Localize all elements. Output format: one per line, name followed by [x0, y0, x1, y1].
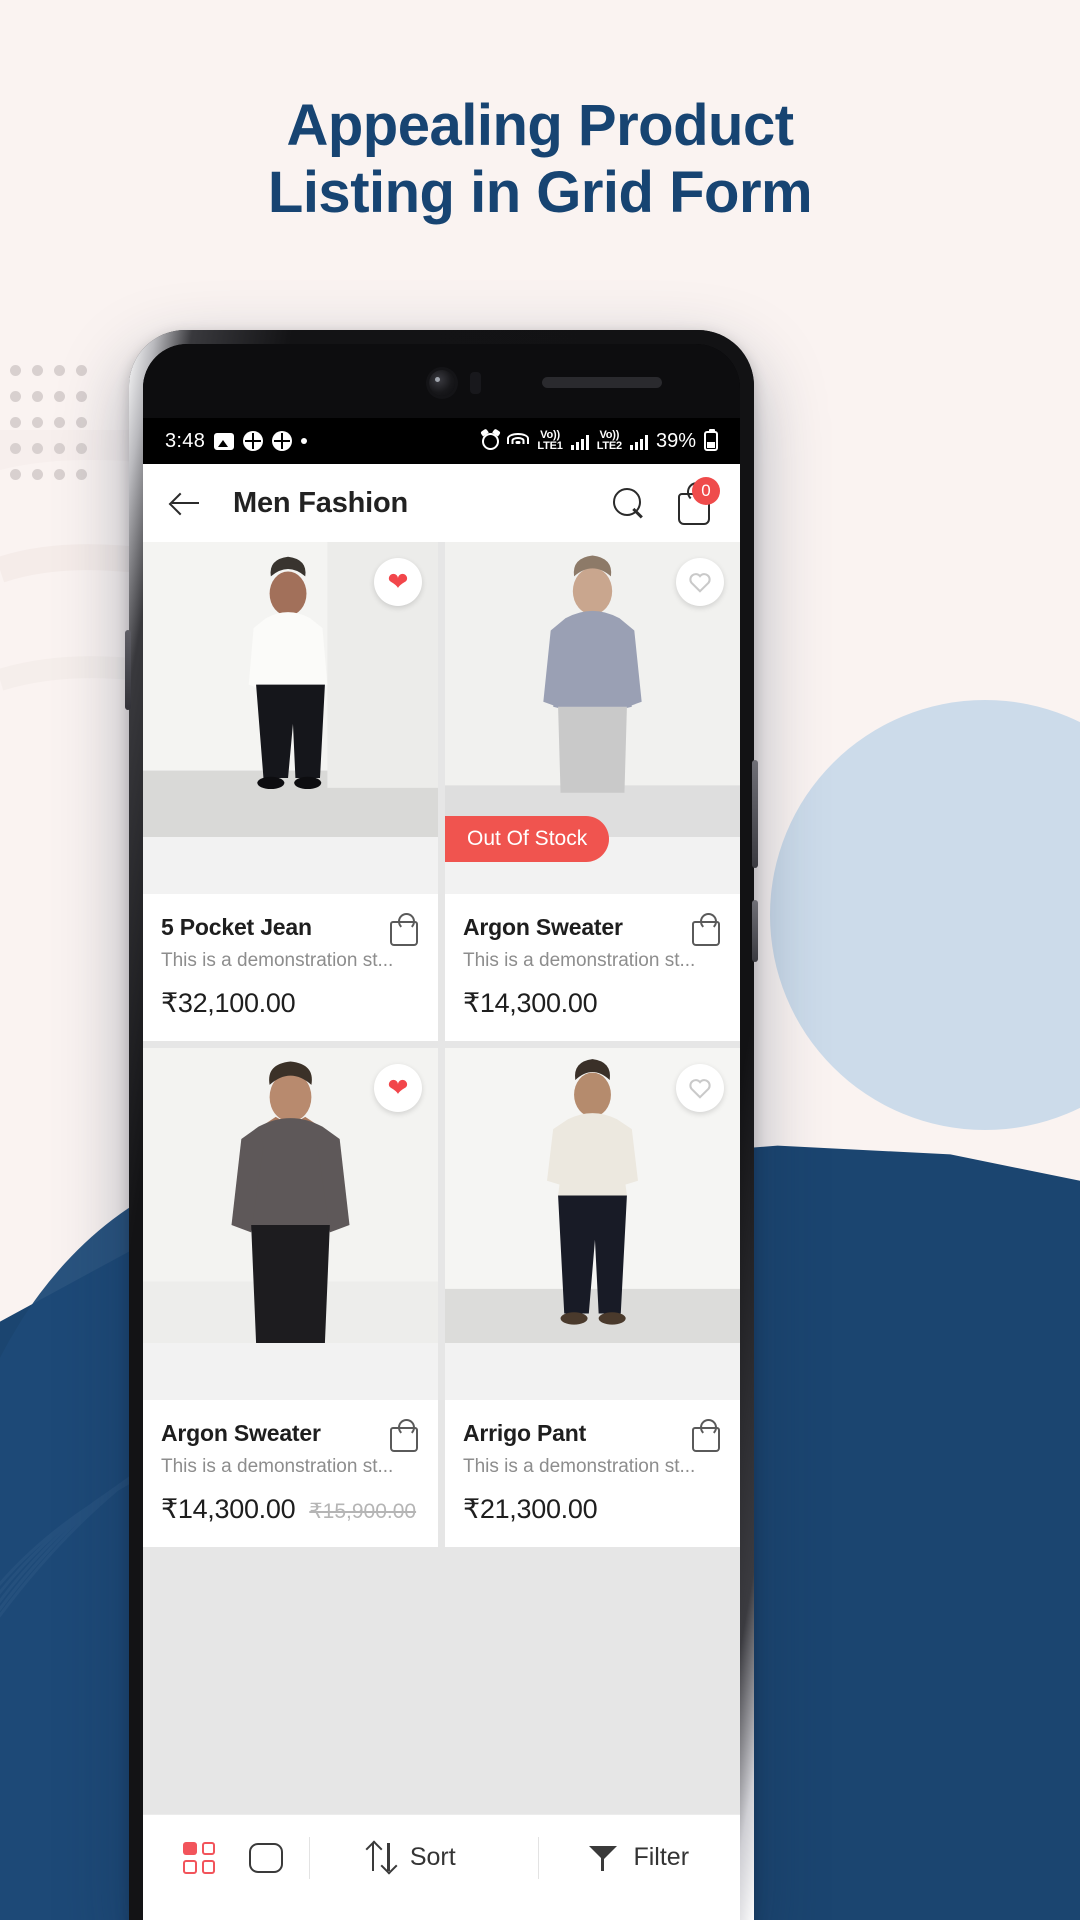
status-bar-right: Vo)) LTE1 Vo)) LTE2 39% — [482, 429, 718, 453]
filter-funnel-icon — [589, 1844, 618, 1872]
product-name: Arrigo Pant — [463, 1420, 587, 1446]
signal-bars-icon — [570, 433, 589, 450]
battery-percent: 39% — [655, 429, 696, 452]
product-image: ❤ — [143, 542, 438, 894]
filter-label: Filter — [633, 1843, 690, 1871]
alarm-icon — [482, 432, 500, 450]
product-price: ₹21,300.00 — [463, 1494, 598, 1524]
phone-bottom-space — [143, 1900, 740, 1920]
page-headline: Appealing Product Listing in Grid Form — [0, 93, 1080, 225]
image-icon — [214, 432, 235, 450]
wishlist-button[interactable] — [676, 558, 724, 606]
list-view-icon[interactable] — [249, 1842, 283, 1873]
product-image — [445, 1048, 740, 1400]
add-to-bag-button[interactable] — [390, 913, 420, 946]
heart-filled-icon: ❤ — [387, 1073, 409, 1102]
product-price-row: ₹32,100.00 — [161, 988, 420, 1019]
status-bar-left: 3:48 — [165, 429, 308, 453]
earpiece-speaker — [541, 377, 662, 388]
product-price: ₹32,100.00 — [161, 988, 296, 1018]
product-price-row: ₹14,300.00 ₹15,900.00 — [161, 1494, 420, 1525]
cart-badge: 0 — [692, 477, 720, 505]
proximity-sensor-icon — [469, 372, 481, 394]
product-info: 5 Pocket Jean This is a demonstration st… — [143, 894, 438, 1041]
dot-icon — [301, 438, 308, 444]
page-title: Men Fashion — [233, 486, 409, 519]
wishlist-button[interactable]: ❤ — [374, 1064, 422, 1112]
status-time: 3:48 — [165, 429, 206, 452]
grid-four-icon — [272, 431, 293, 451]
product-image: Out Of Stock — [445, 542, 740, 894]
product-name: 5 Pocket Jean — [161, 914, 312, 940]
product-price: ₹14,300.00 — [463, 988, 598, 1018]
app-content: Men Fashion 0 ❤ 5 Pocket Jean This is a … — [143, 464, 740, 1920]
product-grid-scroll[interactable]: ❤ 5 Pocket Jean This is a demonstration … — [143, 542, 740, 1814]
phone-screen: 3:48 Vo)) LTE1 Vo)) LTE2 39% Men Fashion… — [143, 344, 740, 1920]
battery-icon — [704, 429, 718, 451]
power-button[interactable] — [752, 760, 758, 868]
product-name: Argon Sweater — [161, 1420, 321, 1446]
product-price-row: ₹14,300.00 — [463, 988, 722, 1019]
sort-arrows-icon — [366, 1842, 394, 1873]
headline-line-2: Listing in Grid Form — [267, 159, 813, 225]
product-card[interactable]: ❤ Argon Sweater This is a demonstration … — [143, 1048, 438, 1547]
bottom-toolbar: Sort Filter — [143, 1814, 740, 1900]
cart-button[interactable]: 0 — [674, 477, 720, 525]
app-bar: Men Fashion 0 — [143, 464, 740, 542]
add-to-bag-button[interactable] — [692, 913, 722, 946]
product-info: Argon Sweater This is a demonstration st… — [143, 1400, 438, 1547]
filter-button[interactable]: Filter — [539, 1843, 741, 1872]
product-old-price: ₹15,900.00 — [309, 1500, 417, 1523]
product-description: This is a demonstration st... — [463, 1456, 696, 1477]
wifi-icon — [507, 433, 530, 449]
heart-outline-icon — [689, 1079, 711, 1099]
grid-four-icon — [243, 431, 264, 451]
status-bar: 3:48 Vo)) LTE1 Vo)) LTE2 39% — [143, 418, 740, 464]
product-info: Argon Sweater This is a demonstration st… — [445, 894, 740, 1041]
headline-line-1: Appealing Product — [286, 93, 794, 158]
search-icon[interactable] — [610, 485, 646, 521]
front-camera-icon — [428, 370, 455, 396]
product-name: Argon Sweater — [463, 914, 623, 940]
wishlist-button[interactable] — [676, 1064, 724, 1112]
volume-button[interactable] — [752, 900, 758, 962]
product-description: This is a demonstration st... — [161, 950, 394, 971]
product-price-row: ₹21,300.00 — [463, 1494, 722, 1525]
side-button-left[interactable] — [125, 630, 131, 710]
product-card[interactable]: Arrigo Pant This is a demonstration st..… — [445, 1048, 740, 1547]
heart-filled-icon: ❤ — [387, 567, 409, 596]
product-info: Arrigo Pant This is a demonstration st..… — [445, 1400, 740, 1547]
product-card[interactable]: ❤ 5 Pocket Jean This is a demonstration … — [143, 542, 438, 1041]
view-toggle-group — [143, 1841, 283, 1874]
sort-button[interactable]: Sort — [310, 1842, 512, 1873]
phone-notch-area — [143, 344, 740, 418]
grid-view-icon[interactable] — [183, 1841, 215, 1874]
phone-mockup: 3:48 Vo)) LTE1 Vo)) LTE2 39% Men Fashion… — [125, 330, 758, 1920]
dot-matrix-decoration: {} — [10, 365, 90, 485]
wishlist-button[interactable]: ❤ — [374, 558, 422, 606]
sort-label: Sort — [409, 1843, 456, 1871]
heart-outline-icon — [689, 573, 711, 593]
signal-bars-icon — [629, 433, 648, 450]
product-price: ₹14,300.00 — [161, 1494, 296, 1524]
out-of-stock-badge: Out Of Stock — [445, 816, 610, 862]
volte-lte1-icon: Vo)) LTE1 — [537, 429, 563, 452]
product-card[interactable]: Out Of Stock Argon Sweater This is a dem… — [445, 542, 740, 1041]
product-description: This is a demonstration st... — [463, 950, 696, 971]
circle-decoration — [770, 700, 1080, 1130]
volte-lte2-icon: Vo)) LTE2 — [596, 429, 622, 452]
arrow-left-icon[interactable] — [167, 484, 205, 522]
product-grid: ❤ 5 Pocket Jean This is a demonstration … — [143, 542, 740, 1547]
product-description: This is a demonstration st... — [161, 1456, 394, 1477]
product-image: ❤ — [143, 1048, 438, 1400]
add-to-bag-button[interactable] — [692, 1419, 722, 1452]
add-to-bag-button[interactable] — [390, 1419, 420, 1452]
